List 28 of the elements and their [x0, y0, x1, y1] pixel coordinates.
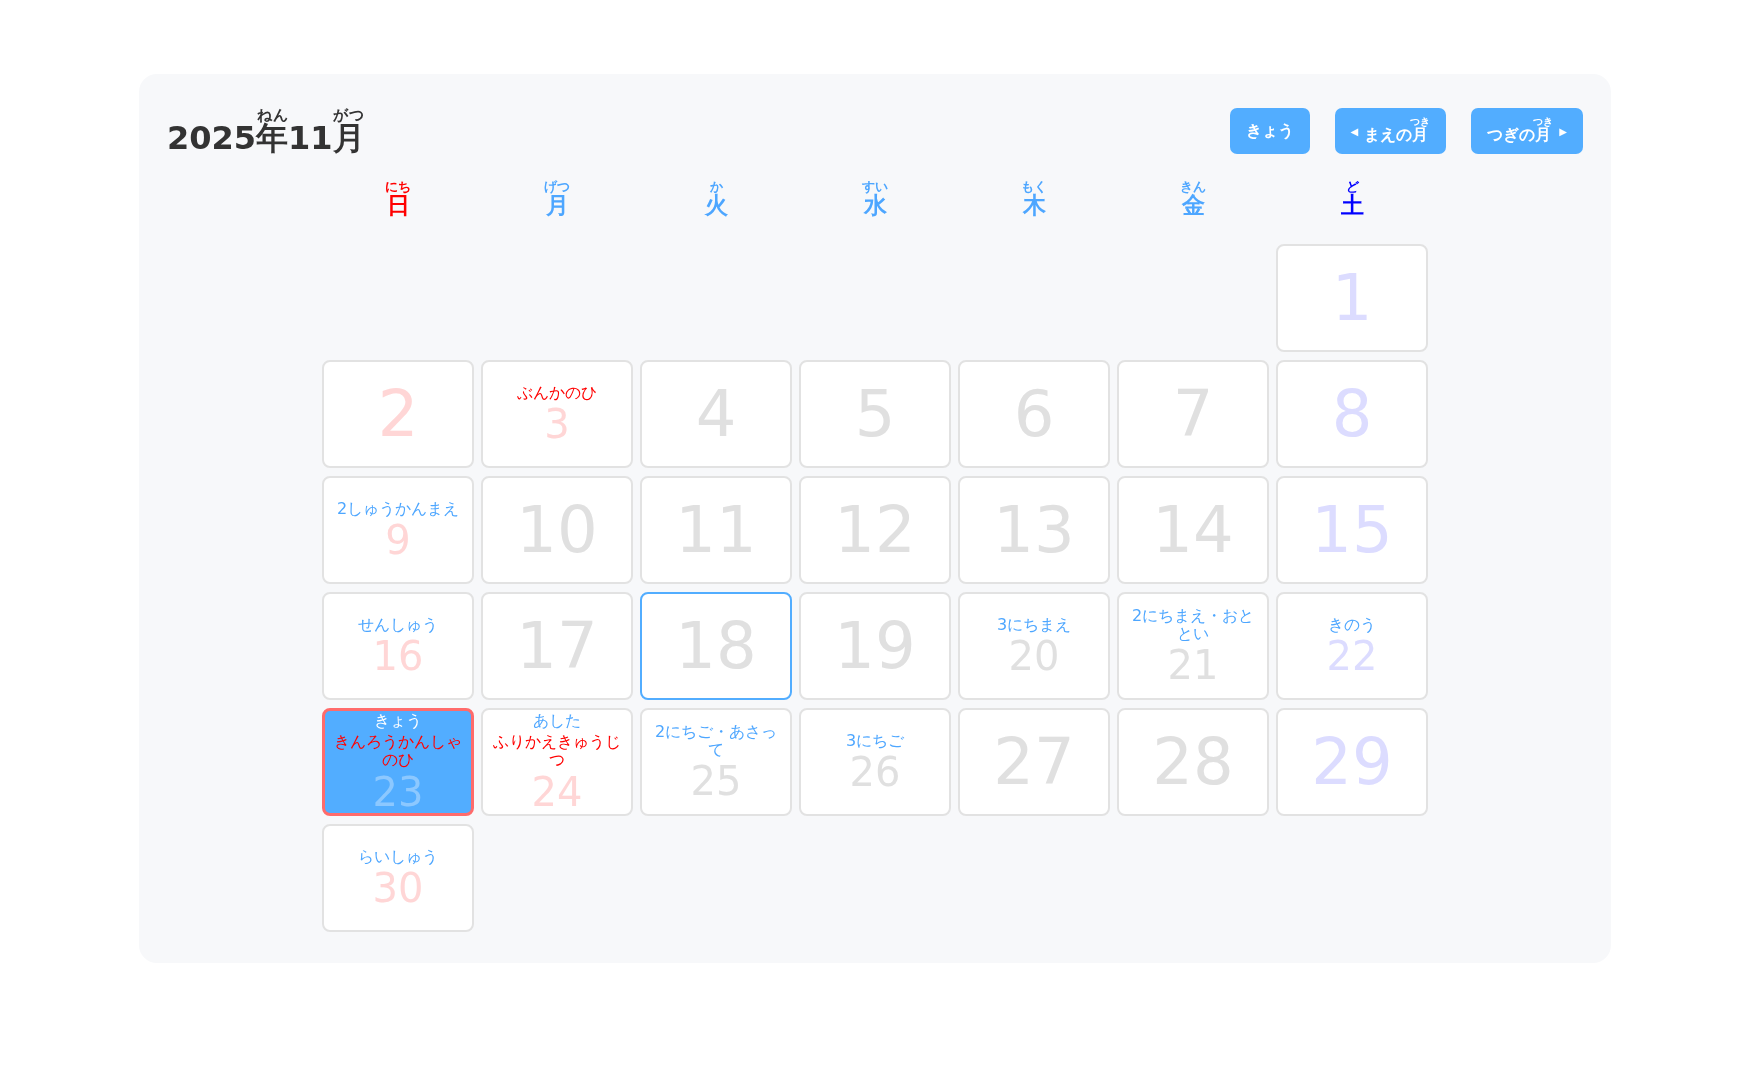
day-note: 2にちまえ・おととい: [1130, 606, 1256, 644]
weekday-label: 月 げつ: [544, 179, 570, 218]
weekday-label: 土 ど: [1340, 179, 1364, 218]
weekday-label: 水 すい: [862, 179, 888, 218]
weekday-label: 日 にち: [385, 179, 411, 218]
day-note: 3にちまえ: [996, 615, 1072, 635]
day-note: きのう: [1328, 615, 1376, 635]
left-triangle-icon: ◀: [1350, 125, 1359, 137]
next-month-button[interactable]: つぎの月 つき ▶: [1471, 108, 1583, 154]
weekday-label: 木 もく: [1021, 179, 1047, 218]
previous-month-button[interactable]: ◀ まえの月 つき: [1334, 108, 1447, 154]
day-note: あした: [533, 712, 581, 731]
day-note: らいしゅう: [358, 847, 438, 867]
right-triangle-icon: ▶: [1559, 125, 1567, 137]
weekday-label: 火 か: [704, 179, 728, 218]
day-note: 2にちご・あさって: [653, 722, 779, 760]
day-note: 3にちご: [845, 731, 905, 751]
day-number: 23: [372, 771, 424, 812]
weekday-label: 金 きん: [1180, 179, 1206, 218]
day-cell[interactable]: きょう きんろうかんしゃのひ 23: [322, 708, 474, 816]
holiday-name: ぶんかのひ: [517, 383, 597, 403]
today-button[interactable]: きょう: [1229, 108, 1310, 154]
day-note: 2しゅうかんまえ: [336, 499, 460, 519]
holiday-name: きんろうかんしゃのひ: [333, 732, 463, 770]
day-note: せんしゅう: [358, 615, 438, 635]
day-note: きょう: [374, 712, 422, 731]
month-title: 2025年 ねん 11月 がつ: [167, 108, 365, 154]
holiday-name: ふりかえきゅうじつ: [492, 732, 622, 770]
